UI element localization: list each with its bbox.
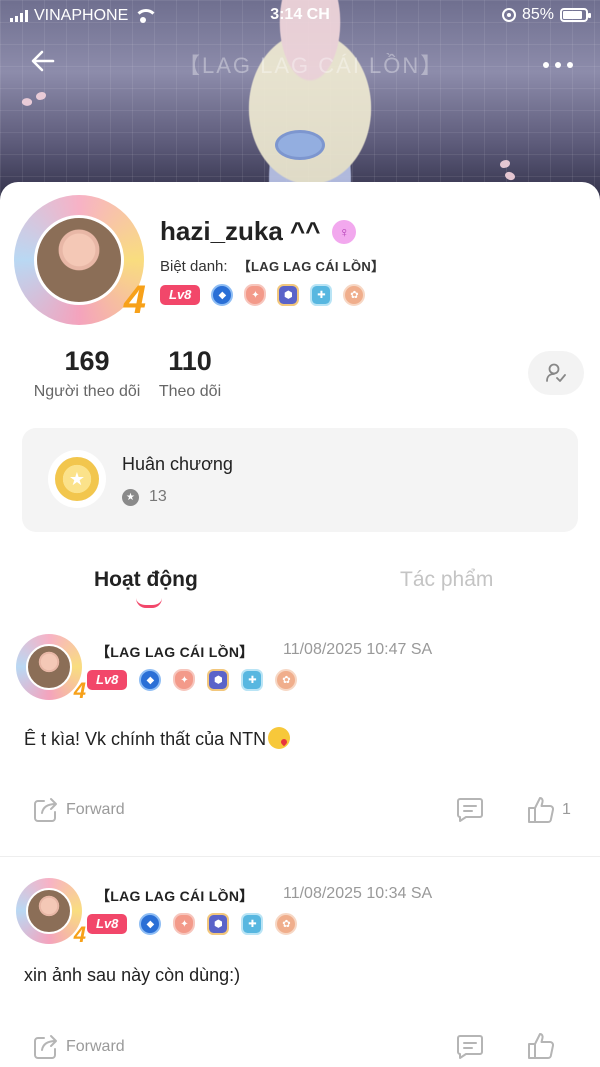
post-author-name[interactable]: 【LAG LAG CÁI LỒN】	[96, 642, 254, 662]
post-text: Ê t kìa! Vk chính thất của NTN	[24, 729, 267, 749]
share-forward-icon	[34, 798, 57, 822]
followers-label: Người theo dõi	[33, 383, 141, 400]
star-icon: ★	[122, 488, 139, 506]
thumbs-up-icon	[528, 1033, 554, 1059]
following-stat[interactable]: 110 Theo dõi	[154, 346, 226, 401]
avatar-image	[26, 644, 72, 690]
wings-medal-icon: ✦	[173, 913, 196, 935]
like-button[interactable]	[526, 1031, 562, 1061]
medals-count: 13	[149, 488, 167, 505]
level-badge: Lv8	[87, 914, 128, 934]
orientation-lock-icon	[501, 8, 516, 22]
user-check-icon	[546, 363, 566, 382]
medal-icon: ★	[48, 450, 106, 508]
wings-medal-icon: ✦	[173, 669, 196, 691]
shield-medal-icon[interactable]: ✚	[310, 284, 333, 306]
flower-medal-icon: ✿	[275, 669, 298, 691]
forward-label: Forward	[66, 801, 125, 818]
back-button[interactable]	[28, 46, 58, 76]
arrow-left-icon	[31, 50, 55, 72]
diamond-medal-icon[interactable]: ◆	[211, 284, 234, 306]
comment-icon	[457, 1035, 483, 1059]
battery-percent: 85%	[521, 6, 554, 23]
avatar-image	[34, 215, 124, 305]
profile-username: hazi_zuka ^^	[160, 216, 321, 246]
hexagon-medal-icon[interactable]: ⬢	[277, 284, 300, 306]
share-forward-icon	[34, 1035, 57, 1059]
banner-ribbon	[275, 130, 325, 160]
profile-nickname: Biệt danh: 【LAG LAG CÁI LỒN】	[160, 256, 384, 275]
like-count: 1	[562, 801, 571, 818]
following-label: Theo dõi	[158, 383, 222, 400]
thumbs-up-icon	[528, 797, 554, 823]
post-content: Ê t kìa! Vk chính thất của NTN	[24, 727, 291, 750]
flower-medal-icon: ✿	[275, 913, 298, 935]
avatar-frame-number: 4	[73, 678, 86, 703]
kiss-emoji-icon	[268, 727, 291, 749]
post-author-name[interactable]: 【LAG LAG CÁI LỒN】	[96, 886, 254, 906]
diamond-medal-icon: ◆	[139, 669, 162, 691]
shield-medal-icon: ✚	[241, 913, 264, 935]
forward-button[interactable]: Forward	[32, 1033, 125, 1061]
medals-section[interactable]: ★ Huân chương ★ 13	[22, 428, 578, 532]
status-bar: VINAPHONE 3:14 CH 85%	[0, 0, 600, 32]
profile-username-row: hazi_zuka ^^ ♀	[160, 216, 357, 247]
followers-stat[interactable]: 169 Người theo dõi	[30, 346, 144, 401]
post-author-avatar[interactable]: 4	[16, 634, 86, 703]
forward-button[interactable]: Forward	[32, 796, 125, 824]
flower-medal-icon[interactable]: ✿	[343, 284, 366, 306]
wings-medal-icon[interactable]: ✦	[244, 284, 267, 306]
follow-button[interactable]	[528, 351, 584, 395]
comment-button[interactable]	[455, 1034, 485, 1060]
tab-works[interactable]: Tác phẩm	[400, 568, 493, 592]
comment-button[interactable]	[455, 797, 485, 823]
post-text: xin ảnh sau này còn dùng:)	[24, 965, 241, 985]
following-count: 110	[168, 346, 212, 376]
profile-avatar[interactable]: 4	[14, 195, 146, 325]
post-author-avatar[interactable]: 4	[16, 878, 86, 947]
post-author-badges: Lv8 ◆ ✦ ⬢ ✚ ✿	[87, 913, 298, 935]
post-author-badges: Lv8 ◆ ✦ ⬢ ✚ ✿	[87, 669, 298, 691]
avatar-frame-number: 4	[123, 278, 146, 322]
top-navigation	[0, 40, 600, 84]
hexagon-medal-icon: ⬢	[207, 913, 230, 935]
shield-medal-icon: ✚	[241, 669, 264, 691]
profile-badges: Lv8 ◆ ✦ ⬢ ✚ ✿	[160, 284, 366, 306]
more-dots-icon	[543, 62, 573, 68]
avatar-frame-number: 4	[73, 922, 86, 947]
female-icon: ♀	[332, 219, 357, 244]
like-button[interactable]: 1	[526, 795, 571, 825]
forward-label: Forward	[66, 1038, 125, 1055]
nickname-value: 【LAG LAG CÁI LỒN】	[237, 259, 385, 274]
followers-count: 169	[64, 346, 110, 376]
medals-title: Huân chương	[122, 454, 233, 474]
post-divider	[0, 856, 600, 857]
tab-activity[interactable]: Hoạt động	[94, 568, 198, 592]
medals-count-row: ★ 13	[122, 488, 167, 506]
level-badge[interactable]: Lv8	[160, 285, 201, 305]
comment-icon	[457, 798, 483, 822]
level-badge: Lv8	[87, 670, 128, 690]
avatar-image	[26, 888, 72, 934]
battery-icon	[560, 8, 591, 22]
post-timestamp: 11/08/2025 10:34 SA	[283, 885, 433, 902]
nickname-label: Biệt danh:	[160, 258, 228, 275]
hexagon-medal-icon: ⬢	[207, 669, 230, 691]
post-timestamp: 11/08/2025 10:47 SA	[283, 641, 433, 658]
more-options-button[interactable]	[542, 50, 574, 70]
diamond-medal-icon: ◆	[139, 913, 162, 935]
